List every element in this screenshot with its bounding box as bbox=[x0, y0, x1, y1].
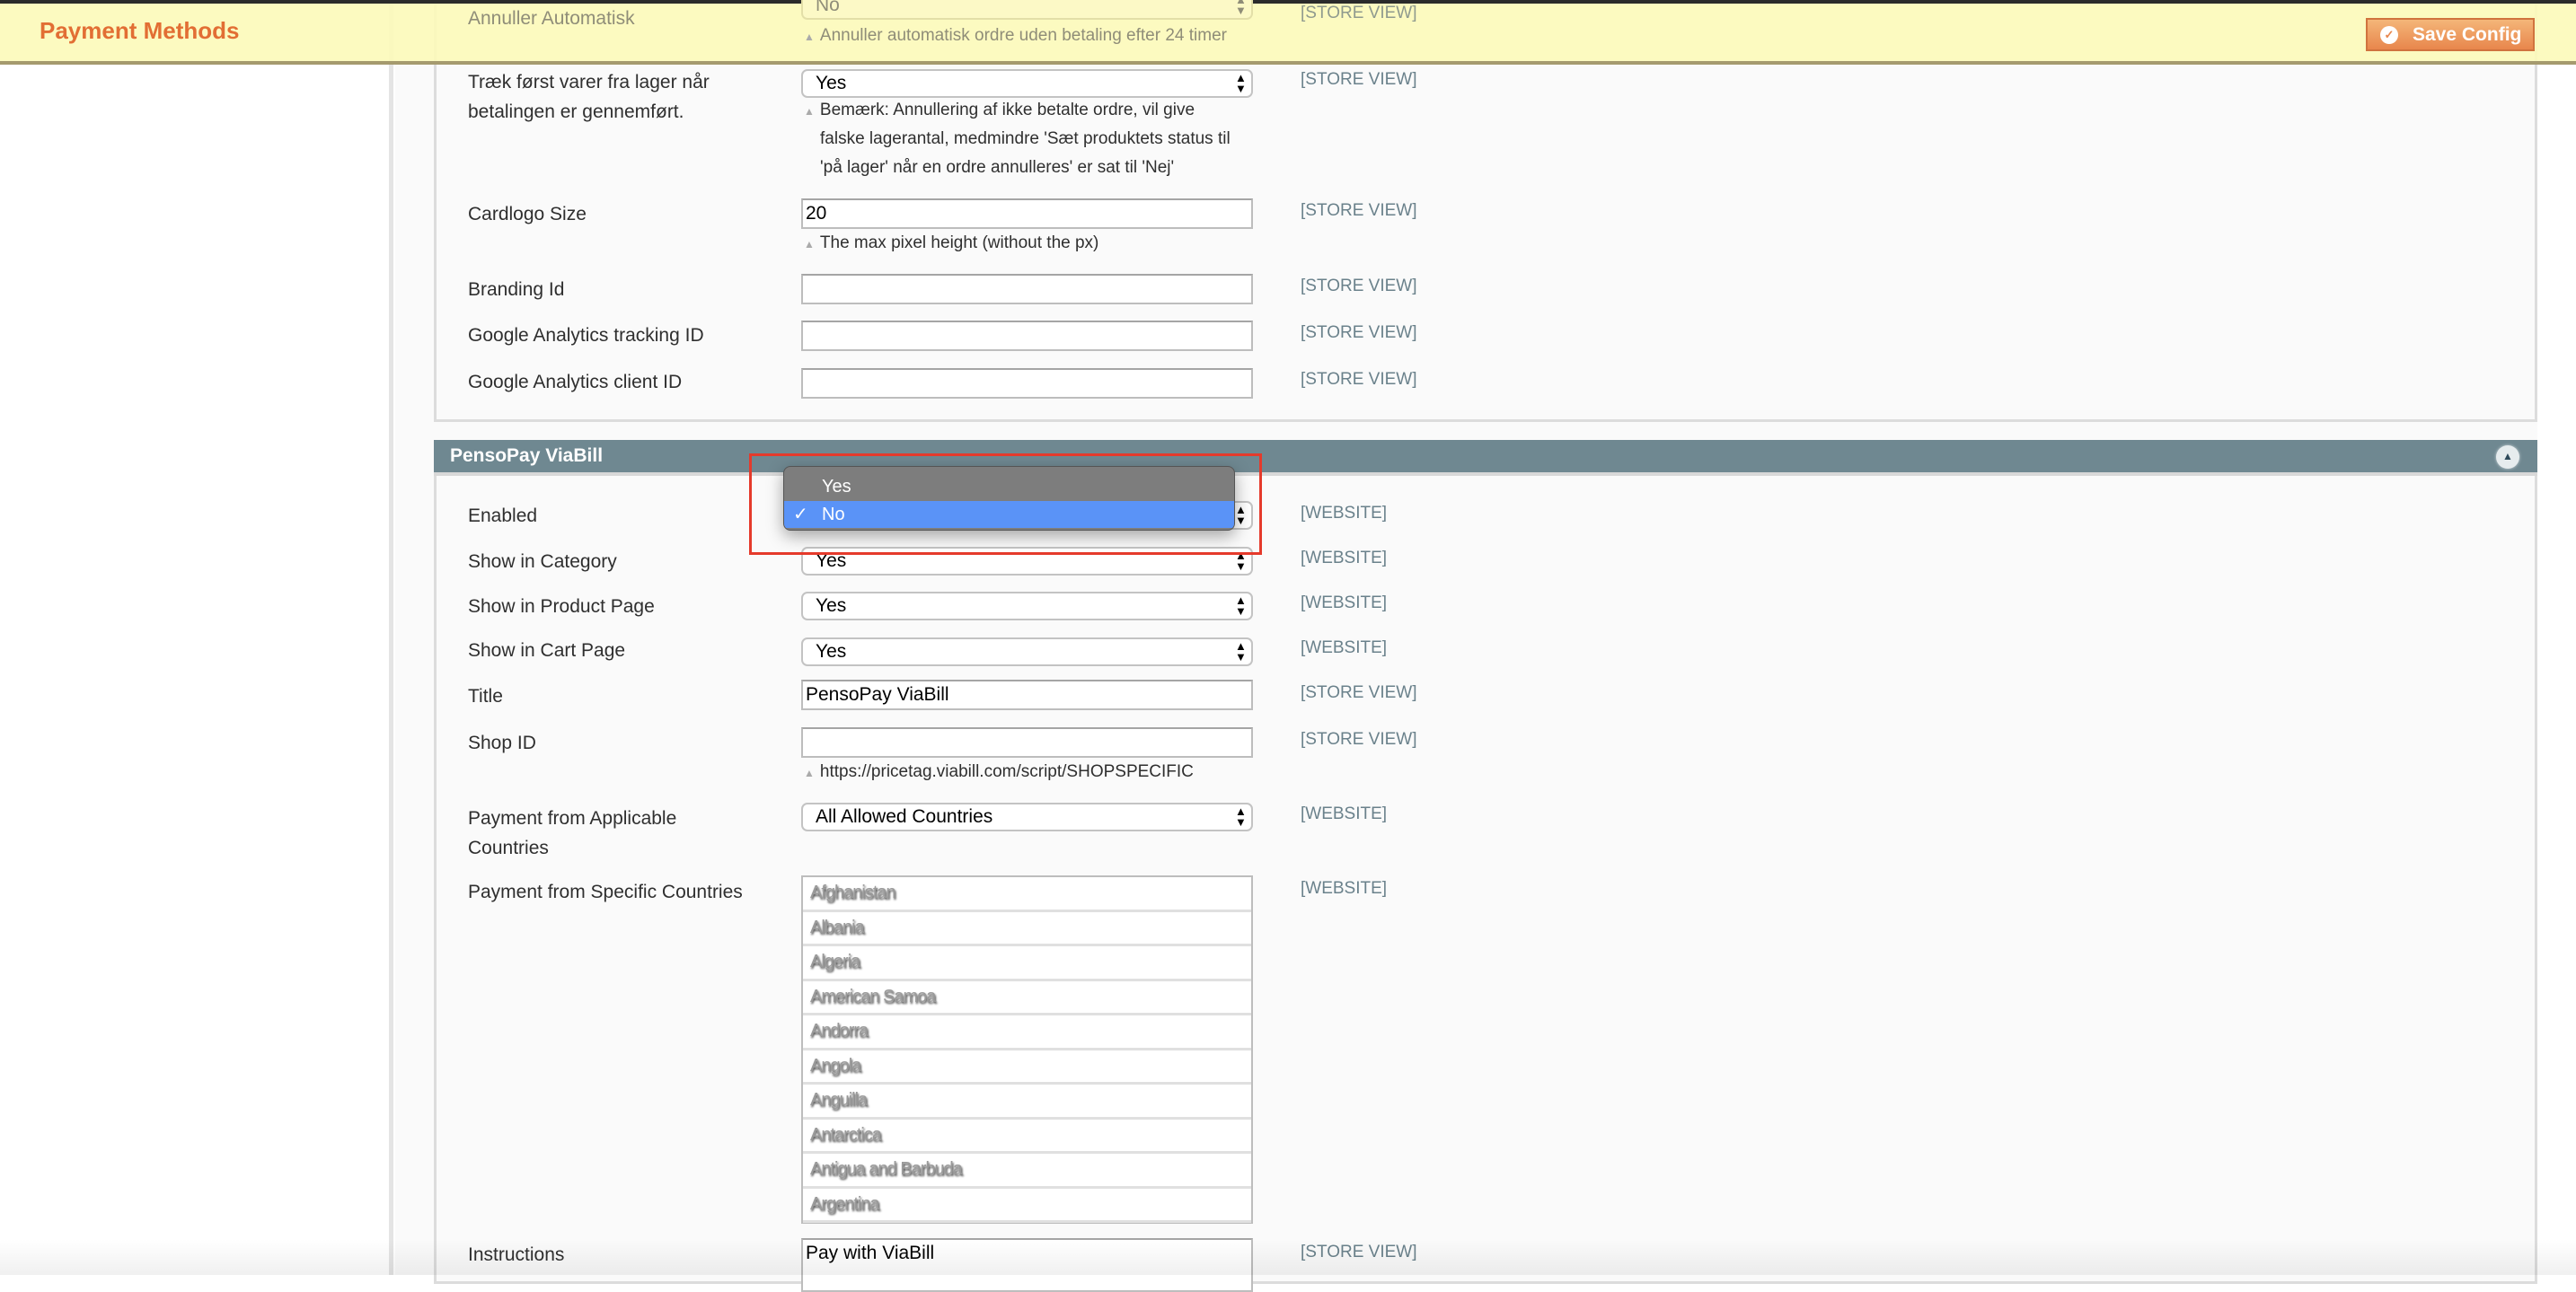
select-value: No bbox=[816, 0, 840, 15]
check-circle-icon: ✓ bbox=[2380, 26, 2398, 44]
field-label: Show in Category bbox=[468, 551, 617, 572]
country-option[interactable]: Algeria bbox=[803, 946, 1251, 981]
page-title: Payment Methods bbox=[40, 17, 240, 44]
field-note: ▲ Annuller automatisk ordre uden betaling… bbox=[804, 26, 1227, 45]
field-note: falske lagerantal, medmindre 'Sæt produk… bbox=[820, 129, 1231, 148]
select-value: All Allowed Countries bbox=[816, 806, 993, 827]
scope-label: [WEBSITE] bbox=[1301, 504, 1388, 523]
field-note: 'på lager' når en ordre annulleres' er s… bbox=[820, 158, 1175, 177]
scope-label: [STORE VIEW] bbox=[1301, 730, 1417, 749]
field-label: Enabled bbox=[468, 505, 538, 526]
shop-id-input[interactable] bbox=[801, 727, 1253, 758]
field-label: Branding Id bbox=[468, 279, 565, 300]
select-value: Yes bbox=[816, 641, 847, 662]
select-arrows-icon: ▲▼ bbox=[1235, 804, 1247, 829]
country-option[interactable]: Andorra bbox=[803, 1015, 1251, 1050]
scope-label: [STORE VIEW] bbox=[1301, 70, 1417, 89]
field-note: ▲ https://pricetag.viabill.com/script/SHO… bbox=[804, 762, 1194, 781]
scope-label: [WEBSITE] bbox=[1301, 593, 1388, 612]
show-in-product-page-select[interactable]: Yes ▲ ▼ bbox=[801, 592, 1253, 620]
field-label: betalingen er gennemført. bbox=[468, 101, 684, 122]
branding-id-input[interactable] bbox=[801, 274, 1253, 304]
field-label: Træk først varer fra lager når bbox=[468, 72, 710, 92]
ga-client-id-input[interactable] bbox=[801, 368, 1253, 399]
scope-label: [STORE VIEW] bbox=[1301, 1243, 1417, 1261]
country-option[interactable]: Afghanistan bbox=[803, 877, 1251, 912]
field-label: Shop ID bbox=[468, 733, 536, 753]
field-label: Cardlogo Size bbox=[468, 204, 587, 224]
cardlogo-size-input[interactable]: 20 bbox=[801, 198, 1253, 229]
section-title: PensoPay ViaBill bbox=[450, 445, 604, 466]
button-label: Save Config bbox=[2413, 24, 2522, 45]
select-arrows-icon: ▲▼ bbox=[1235, 593, 1247, 618]
show-in-cart-page-select[interactable]: Yes ▲ ▼ bbox=[801, 637, 1253, 666]
select-arrows-icon: ▲▼ bbox=[1235, 0, 1247, 17]
country-option[interactable]: American Samoa bbox=[803, 981, 1251, 1015]
field-label: Show in Cart Page bbox=[468, 640, 626, 661]
ga-tracking-id-input[interactable] bbox=[801, 321, 1253, 351]
stock-deduct-select[interactable]: Yes ▲ ▼ bbox=[801, 69, 1253, 98]
country-option[interactable]: Anguilla bbox=[803, 1085, 1251, 1120]
select-value: Yes bbox=[816, 595, 847, 616]
title-input[interactable]: PensoPay ViaBill bbox=[801, 680, 1253, 710]
specific-countries-multiselect[interactable]: Afghanistan Albania Algeria American Sam… bbox=[801, 875, 1253, 1224]
country-option[interactable]: Antigua and Barbuda bbox=[803, 1154, 1251, 1189]
scope-label: [STORE VIEW] bbox=[1301, 4, 1417, 22]
field-label: Show in Product Page bbox=[468, 596, 655, 617]
instructions-textarea[interactable]: Pay with ViaBill bbox=[801, 1238, 1253, 1292]
field-label: Payment from Specific Countries bbox=[468, 882, 743, 902]
scope-label: [STORE VIEW] bbox=[1301, 683, 1417, 702]
scope-label: [WEBSITE] bbox=[1301, 549, 1388, 567]
field-note: ▲ The max pixel height (without the px) bbox=[804, 233, 1099, 252]
select-arrows-icon: ▲▼ bbox=[1235, 71, 1247, 95]
save-config-button[interactable]: ✓ Save Config bbox=[2366, 18, 2535, 51]
scope-label: [STORE VIEW] bbox=[1301, 323, 1417, 342]
scope-label: [STORE VIEW] bbox=[1301, 201, 1417, 220]
scope-label: [STORE VIEW] bbox=[1301, 370, 1417, 389]
field-label: Instructions bbox=[468, 1244, 565, 1265]
select-arrows-icon: ▲▼ bbox=[1235, 639, 1247, 664]
applicable-countries-select[interactable]: All Allowed Countries ▲ ▼ bbox=[801, 803, 1253, 831]
scope-label: [WEBSITE] bbox=[1301, 804, 1388, 823]
field-label: Title bbox=[468, 686, 503, 707]
field-note: ▲ Bemærk: Annullering af ikke betalte ord… bbox=[804, 101, 1195, 119]
scope-label: [WEBSITE] bbox=[1301, 638, 1388, 657]
select-value: Yes bbox=[816, 73, 847, 93]
viabill-section-panel bbox=[434, 476, 2537, 1284]
field-label: Google Analytics client ID bbox=[468, 372, 683, 392]
country-option[interactable]: Argentina bbox=[803, 1189, 1251, 1223]
field-label: Countries bbox=[468, 838, 549, 858]
highlight-annotation-box bbox=[749, 453, 1262, 555]
sticky-header: Payment Methods ✓ Save Config bbox=[0, 4, 2576, 65]
country-option[interactable]: Antarctica bbox=[803, 1120, 1251, 1154]
collapse-icon[interactable]: ▲ bbox=[2496, 445, 2519, 469]
field-label: Payment from Applicable bbox=[468, 808, 677, 829]
scope-label: [WEBSITE] bbox=[1301, 879, 1388, 898]
annuller-automatisk-select[interactable]: No ▲▼ bbox=[801, 0, 1253, 20]
sidebar-divider bbox=[389, 0, 393, 1275]
country-option[interactable]: Albania bbox=[803, 912, 1251, 946]
scope-label: [STORE VIEW] bbox=[1301, 277, 1417, 295]
country-option[interactable]: Angola bbox=[803, 1050, 1251, 1085]
field-label: Annuller Automatisk bbox=[468, 8, 635, 29]
field-label: Google Analytics tracking ID bbox=[468, 325, 704, 346]
